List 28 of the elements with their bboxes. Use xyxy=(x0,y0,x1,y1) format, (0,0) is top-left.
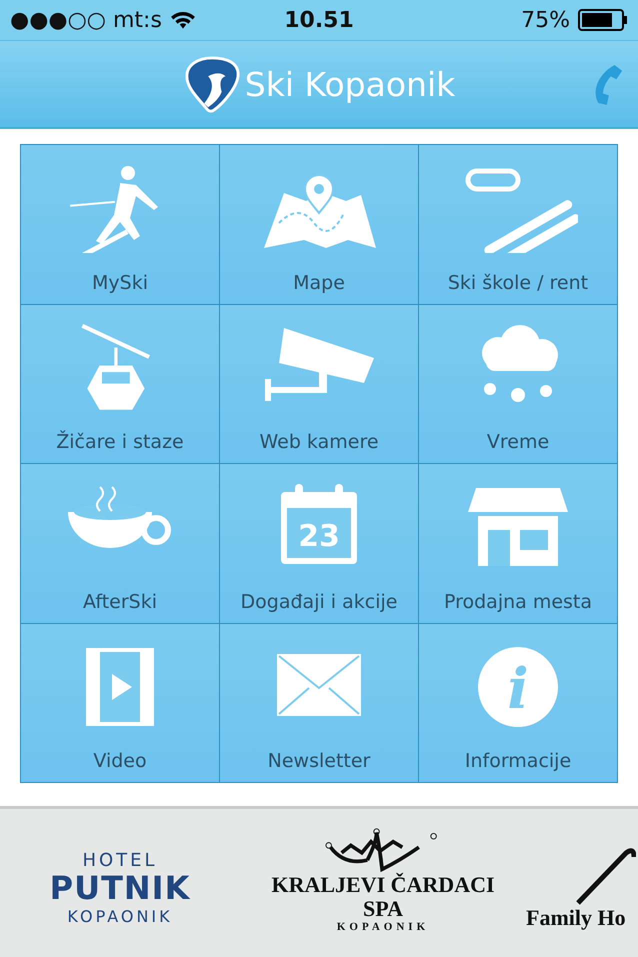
menu-tile[interactable]: 23 Događaji i akcije xyxy=(220,464,418,622)
sponsor-subtitle: KOPAONIK xyxy=(67,906,173,926)
menu-tile[interactable]: Žičare i staze xyxy=(21,304,219,463)
menu-tile[interactable]: Vreme xyxy=(419,304,617,463)
menu-tile[interactable]: Web kamere xyxy=(220,304,418,463)
menu-tile[interactable]: Mape xyxy=(220,145,418,304)
logo-icon xyxy=(182,55,241,113)
menu-tile[interactable]: Video xyxy=(21,624,219,782)
app-title: Ski Kopaonik xyxy=(244,64,456,104)
sponsor-name: PUTNIK xyxy=(50,871,190,907)
calendar-date: 23 xyxy=(298,519,340,554)
menu-tile[interactable]: Ski škole / rent xyxy=(419,145,617,304)
menu-tile[interactable]: AfterSki xyxy=(21,464,219,622)
wifi-icon xyxy=(170,10,196,30)
clock-time: 10.51 xyxy=(284,8,354,32)
battery-percent: 75% xyxy=(521,8,570,32)
menu-tile[interactable]: i Informacije xyxy=(419,624,617,782)
sponsor-name: KRALJEVI ČARDACI xyxy=(271,872,495,897)
carrier-signal: ●●●○○ mt:s xyxy=(10,8,162,32)
sponsor-name: SPA xyxy=(363,897,403,922)
menu-tile[interactable]: Newsletter xyxy=(220,624,418,782)
sponsor-subtitle: KOPAONIK xyxy=(336,921,430,934)
battery-icon xyxy=(578,9,628,31)
sponsor-name: Family Ho xyxy=(526,905,626,931)
info-letter: i xyxy=(507,656,529,722)
sponsor-name: HOTEL xyxy=(82,850,158,872)
menu-tile[interactable]: Prodajna mesta xyxy=(419,464,617,622)
menu-tile[interactable]: MySki xyxy=(21,145,219,304)
